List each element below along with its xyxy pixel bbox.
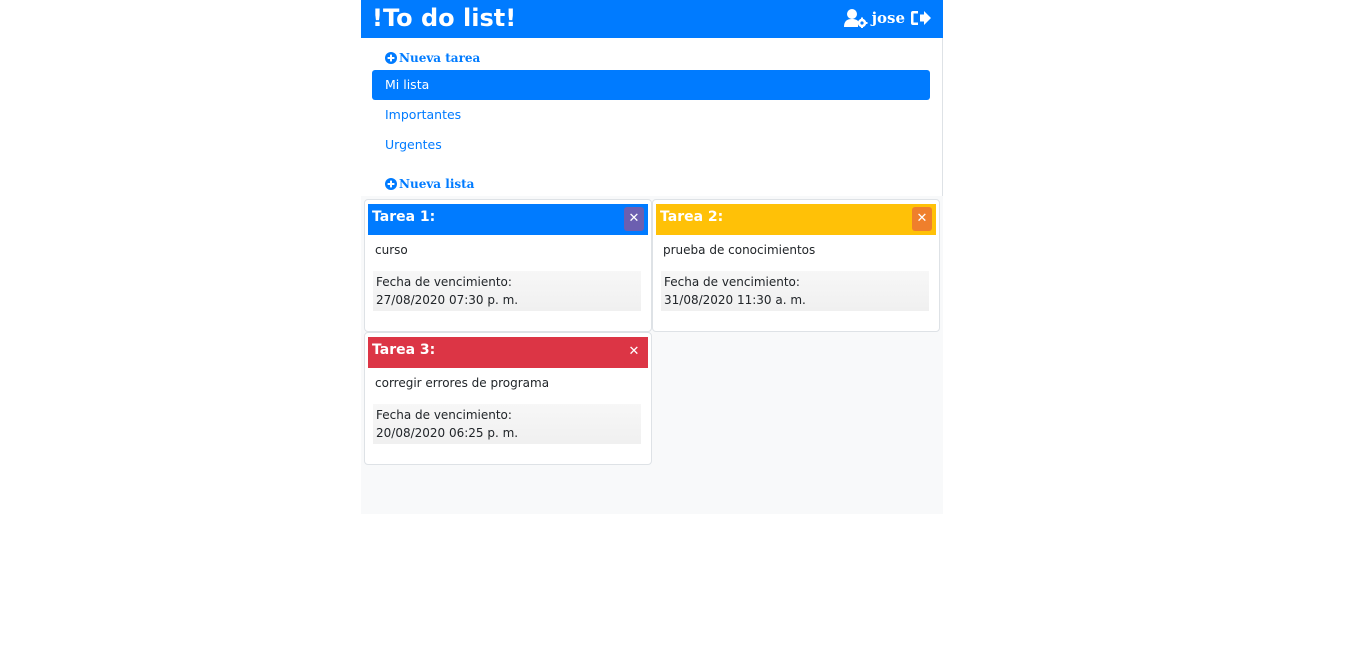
task-title: Tarea 1: [372,209,436,225]
user-cog-icon[interactable] [843,8,868,28]
task-title: Tarea 3: [372,342,436,358]
close-icon[interactable]: ✕ [624,207,644,231]
brand-title[interactable]: !To do list! [372,2,516,34]
due-label: Fecha de vencimiento: [376,408,512,422]
top-navbar: !To do list! jose [361,0,943,38]
due-value: 27/08/2020 07:30 p. m. [376,293,519,307]
plus-circle-icon [385,178,397,190]
username-link[interactable]: jose [872,8,905,28]
task-due-box: Fecha de vencimiento: 20/08/2020 06:25 p… [373,404,641,444]
task-description: curso [375,243,408,257]
task-card-header: Tarea 1: ✕ [368,204,648,235]
plus-circle-icon [385,52,397,64]
nav-item-importantes[interactable]: Importantes [372,100,930,130]
task-description: corregir errores de programa [375,376,550,390]
due-value: 31/08/2020 11:30 a. m. [664,293,806,307]
task-due-box: Fecha de vencimiento: 31/08/2020 11:30 a… [661,271,929,311]
new-task-label: Nueva tarea [399,51,481,65]
due-label: Fecha de vencimiento: [664,275,800,289]
task-description: prueba de conocimientos [663,243,816,257]
task-card: Tarea 1: ✕ curso Fecha de vencimiento: 2… [364,199,652,332]
new-list-label: Nueva lista [399,177,475,191]
close-icon[interactable]: ✕ [624,340,644,364]
nav-item-mi-lista[interactable]: Mi lista [372,70,930,100]
sign-out-icon[interactable] [911,9,931,27]
close-icon[interactable]: ✕ [912,207,932,231]
sidebar: Nueva tarea Mi lista Importantes Urgente… [361,38,943,196]
task-title: Tarea 2: [660,209,724,225]
task-cards-area: Tarea 1: ✕ curso Fecha de vencimiento: 2… [361,196,943,514]
app-container: !To do list! jose Nueva tarea Mi lista I… [361,0,943,514]
new-list-link[interactable]: Nueva lista [385,176,474,192]
task-due-box: Fecha de vencimiento: 27/08/2020 07:30 p… [373,271,641,311]
nav-item-urgentes[interactable]: Urgentes [372,130,930,160]
new-task-link[interactable]: Nueva tarea [385,50,480,66]
due-label: Fecha de vencimiento: [376,275,512,289]
task-card-header: Tarea 3: ✕ [368,337,648,368]
task-card-header: Tarea 2: ✕ [656,204,936,235]
due-value: 20/08/2020 06:25 p. m. [376,426,519,440]
task-card: Tarea 2: ✕ prueba de conocimientos Fecha… [652,199,940,332]
list-nav: Mi lista Importantes Urgentes [372,70,930,160]
user-area: jose [843,6,931,30]
task-card: Tarea 3: ✕ corregir errores de programa … [364,332,652,465]
